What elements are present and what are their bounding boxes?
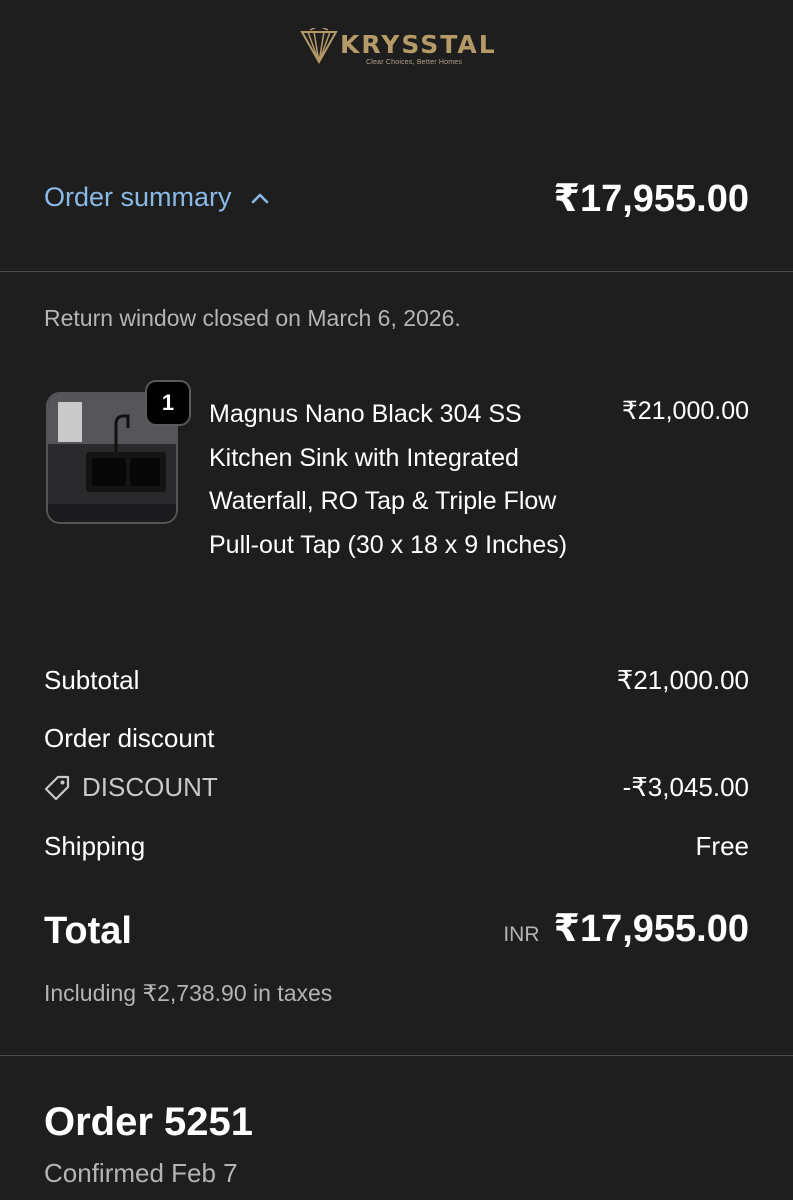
- return-window-note: Return window closed on March 6, 2026.: [44, 305, 461, 331]
- discount-code: DISCOUNT: [44, 772, 218, 803]
- tag-icon: [44, 775, 70, 800]
- divider: [0, 271, 793, 272]
- total-row: Total INR ₹17,955.00: [44, 906, 749, 956]
- product-title: Magnus Nano Black 304 SS Kitchen Sink wi…: [209, 400, 568, 559]
- brand-name: KRYSSTAL: [340, 30, 497, 59]
- currency-code: INR: [503, 923, 540, 946]
- product-price: ₹21,000.00: [621, 397, 749, 425]
- taxes-note: Including ₹2,738.90 in taxes: [44, 980, 333, 1006]
- order-summary-toggle[interactable]: Order summary: [44, 182, 270, 213]
- shipping-value: Free: [695, 831, 749, 861]
- discount-value: -₹3,045.00: [622, 772, 749, 802]
- subtotal-value: ₹21,000.00: [616, 665, 749, 695]
- subtotal-label: Subtotal: [44, 665, 140, 695]
- divider: [0, 1055, 793, 1056]
- discount-code-label: DISCOUNT: [82, 772, 218, 802]
- diamond-logo-icon: [300, 28, 338, 64]
- order-number: Order 5251: [44, 1100, 254, 1144]
- order-summary-header: Order summary ₹17,955.00: [44, 176, 749, 226]
- order-summary-label: Order summary: [44, 182, 232, 212]
- quantity-badge: 1: [145, 380, 191, 426]
- total-amount: INR ₹17,955.00: [503, 906, 749, 951]
- order-status: Confirmed Feb 7: [44, 1158, 238, 1188]
- shipping-label: Shipping: [44, 831, 146, 861]
- brand-logo[interactable]: KRYSSTAL Clear Choices, Better Homes: [0, 22, 793, 72]
- chevron-up-icon: [251, 193, 268, 203]
- total-label: Total: [44, 910, 132, 952]
- summary-total-price: ₹17,955.00: [553, 178, 750, 220]
- order-discount-label: Order discount: [44, 723, 215, 753]
- brand-tagline: Clear Choices, Better Homes: [366, 59, 463, 66]
- total-value: ₹17,955.00: [553, 908, 750, 950]
